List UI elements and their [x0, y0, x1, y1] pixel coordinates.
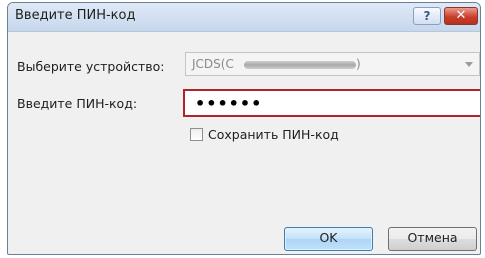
device-value: JCDS(C: [192, 57, 234, 71]
close-button[interactable]: ✕: [444, 7, 478, 25]
cancel-button[interactable]: Отмена: [388, 227, 477, 251]
help-icon: ?: [423, 9, 431, 23]
save-pin-label[interactable]: Сохранить ПИН-код: [208, 127, 339, 142]
pin-input[interactable]: [183, 89, 480, 117]
pin-dialog: Введите ПИН-код ? ✕ Выберите устройство:…: [7, 2, 481, 255]
chevron-down-icon[interactable]: [465, 62, 473, 67]
device-value-tail: ): [356, 57, 361, 71]
ok-button[interactable]: OK: [284, 227, 373, 251]
close-icon: ✕: [455, 8, 467, 23]
dialog-title: Введите ПИН-код: [15, 8, 136, 23]
device-select[interactable]: JCDS(C ): [185, 52, 480, 76]
title-bar: Введите ПИН-код ? ✕: [8, 3, 480, 32]
save-pin-checkbox[interactable]: [190, 128, 203, 141]
help-button[interactable]: ?: [413, 7, 441, 25]
redacted-device-name: [244, 61, 356, 69]
pin-label: Введите ПИН-код:: [17, 96, 138, 111]
device-label: Выберите устройство:: [17, 59, 165, 74]
